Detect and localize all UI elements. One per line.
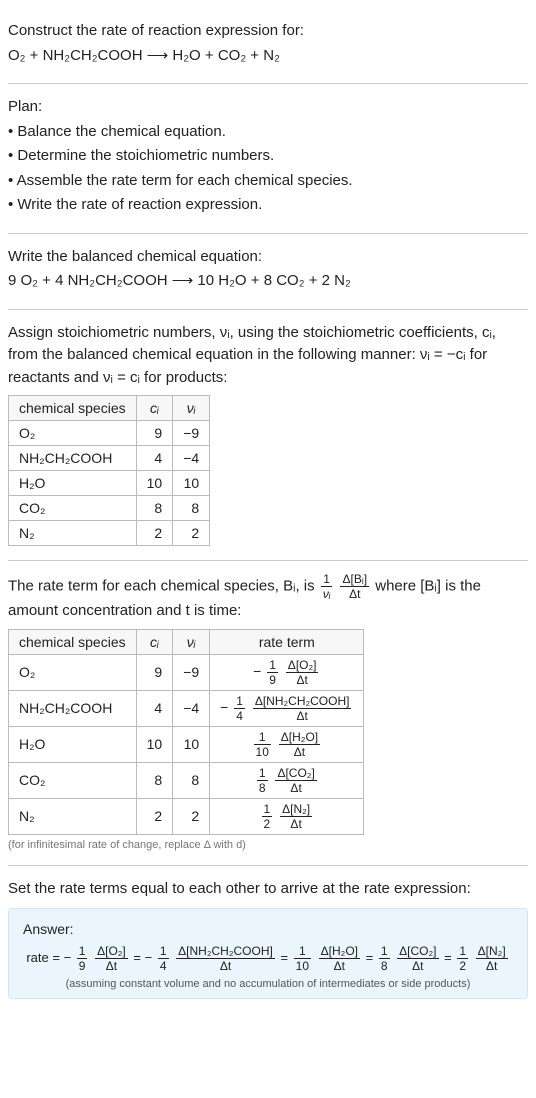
rateterm-table: chemical species cᵢ νᵢ rate term O₂ 9 −9… (8, 629, 364, 835)
plan-item: Determine the stoichiometric numbers. (8, 145, 528, 168)
col-rate: rate term (210, 629, 364, 654)
table-row: H₂O 10 10 110 Δ[H₂O]Δt (9, 726, 364, 762)
col-c: cᵢ (136, 629, 173, 654)
intro-title: Construct the rate of reaction expressio… (8, 20, 528, 43)
rate-term-cell: − 14 Δ[NH₂CH₂COOH]Δt (210, 690, 364, 726)
table-row: O₂ 9 −9 − 19 Δ[O₂]Δt (9, 654, 364, 690)
col-species: chemical species (9, 629, 137, 654)
table-header-row: chemical species cᵢ νᵢ rate term (9, 629, 364, 654)
intro-equation: O₂ + NH₂CH₂COOH ⟶ H₂O + CO₂ + N₂ (8, 45, 528, 68)
answer-box: Answer: rate = − 19 Δ[O₂]Δt = − 14 Δ[NH₂… (8, 908, 528, 999)
plan-heading: Plan: (8, 96, 528, 119)
table-row: N₂22 (9, 521, 210, 546)
table-row: CO₂ 8 8 18 Δ[CO₂]Δt (9, 762, 364, 798)
rateterm-section: The rate term for each chemical species,… (8, 561, 528, 866)
rateterm-note: (for infinitesimal rate of change, repla… (8, 839, 528, 851)
table-row: NH₂CH₂COOH4−4 (9, 446, 210, 471)
stoich-table: chemical species cᵢ νᵢ O₂9−9 NH₂CH₂COOH4… (8, 395, 210, 546)
rate-expression: rate = − 19 Δ[O₂]Δt = − 14 Δ[NH₂CH₂COOH]… (23, 945, 513, 972)
table-row: N₂ 2 2 12 Δ[N₂]Δt (9, 798, 364, 834)
plan-item: Assemble the rate term for each chemical… (8, 170, 528, 193)
balanced-section: Write the balanced chemical equation: 9 … (8, 234, 528, 310)
table-row: O₂9−9 (9, 421, 210, 446)
rate-term-cell: − 19 Δ[O₂]Δt (210, 654, 364, 690)
table-row: NH₂CH₂COOH 4 −4 − 14 Δ[NH₂CH₂COOH]Δt (9, 690, 364, 726)
generic-delta-frac: Δ[Bᵢ] Δt (340, 573, 369, 600)
final-section: Set the rate terms equal to each other t… (8, 866, 528, 1014)
plan-section: Plan: Balance the chemical equation. Det… (8, 84, 528, 234)
answer-label: Answer: (23, 921, 513, 937)
rate-term-cell: 110 Δ[H₂O]Δt (210, 726, 364, 762)
rateterm-text: The rate term for each chemical species,… (8, 573, 528, 623)
table-row: H₂O1010 (9, 471, 210, 496)
table-header-row: chemical species cᵢ νᵢ (9, 396, 210, 421)
col-v: νᵢ (173, 396, 210, 421)
answer-note: (assuming constant volume and no accumul… (23, 978, 513, 990)
plan-item: Write the rate of reaction expression. (8, 194, 528, 217)
col-species: chemical species (9, 396, 137, 421)
table-row: CO₂88 (9, 496, 210, 521)
stoich-section: Assign stoichiometric numbers, νᵢ, using… (8, 310, 528, 562)
balanced-equation: 9 O₂ + 4 NH₂CH₂COOH ⟶ 10 H₂O + 8 CO₂ + 2… (8, 270, 528, 293)
balanced-heading: Write the balanced chemical equation: (8, 246, 528, 269)
intro-section: Construct the rate of reaction expressio… (8, 8, 528, 84)
rate-term-cell: 18 Δ[CO₂]Δt (210, 762, 364, 798)
rate-term-cell: 12 Δ[N₂]Δt (210, 798, 364, 834)
col-v: νᵢ (173, 629, 210, 654)
col-c: cᵢ (136, 396, 173, 421)
final-heading: Set the rate terms equal to each other t… (8, 878, 528, 901)
plan-item: Balance the chemical equation. (8, 121, 528, 144)
generic-coef-frac: 1 νᵢ (321, 573, 333, 600)
stoich-text: Assign stoichiometric numbers, νᵢ, using… (8, 322, 528, 390)
